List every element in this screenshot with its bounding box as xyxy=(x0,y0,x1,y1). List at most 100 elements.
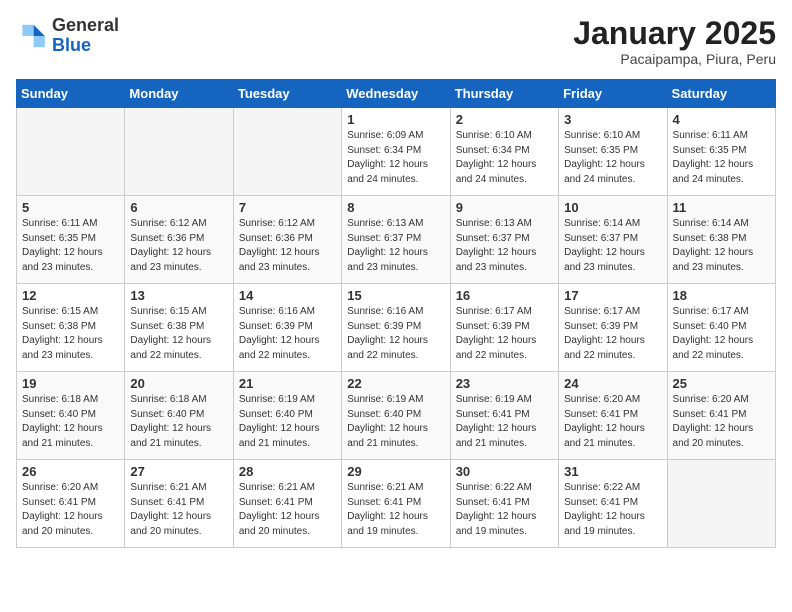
month-title: January 2025 xyxy=(573,16,776,51)
weekday-header-monday: Monday xyxy=(125,80,233,108)
day-number: 26 xyxy=(22,464,119,479)
weekday-header-tuesday: Tuesday xyxy=(233,80,341,108)
weekday-header-sunday: Sunday xyxy=(17,80,125,108)
day-number: 29 xyxy=(347,464,444,479)
calendar-cell: 19 Sunrise: 6:18 AM Sunset: 6:40 PM Dayli… xyxy=(17,372,125,460)
day-number: 5 xyxy=(22,200,119,215)
day-number: 18 xyxy=(673,288,770,303)
day-number: 23 xyxy=(456,376,553,391)
day-number: 14 xyxy=(239,288,336,303)
calendar-cell: 9 Sunrise: 6:13 AM Sunset: 6:37 PM Daylig… xyxy=(450,196,558,284)
title-block: January 2025 Pacaipampa, Piura, Peru xyxy=(573,16,776,67)
day-info: Sunrise: 6:21 AM Sunset: 6:41 PM Dayligh… xyxy=(130,481,227,539)
page-header: General Blue January 2025 Pacaipampa, Pi… xyxy=(16,16,776,67)
location-title: Pacaipampa, Piura, Peru xyxy=(573,51,776,67)
day-number: 28 xyxy=(239,464,336,479)
calendar-week-5: 26 Sunrise: 6:20 AM Sunset: 6:41 PM Dayli… xyxy=(17,460,776,548)
calendar-cell: 28Sunrise: 6:21 AM Sunset: 6:41 PM Dayli… xyxy=(233,460,341,548)
day-info: Sunrise: 6:10 AM Sunset: 6:35 PM Dayligh… xyxy=(564,129,661,187)
day-info: Sunrise: 6:17 AM Sunset: 6:39 PM Dayligh… xyxy=(564,305,661,363)
day-info: Sunrise: 6:20 AM Sunset: 6:41 PM Dayligh… xyxy=(673,393,770,451)
day-info: Sunrise: 6:17 AM Sunset: 6:39 PM Dayligh… xyxy=(456,305,553,363)
day-number: 19 xyxy=(22,376,119,391)
calendar-cell: 10Sunrise: 6:14 AM Sunset: 6:37 PM Dayli… xyxy=(559,196,667,284)
day-info: Sunrise: 6:18 AM Sunset: 6:40 PM Dayligh… xyxy=(22,393,119,451)
calendar-cell: 29 Sunrise: 6:21 AM Sunset: 6:41 PM Dayli… xyxy=(342,460,450,548)
day-info: Sunrise: 6:22 AM Sunset: 6:41 PM Dayligh… xyxy=(564,481,661,539)
day-info: Sunrise: 6:12 AM Sunset: 6:36 PM Dayligh… xyxy=(130,217,227,275)
calendar-cell xyxy=(17,108,125,196)
day-info: Sunrise: 6:10 AM Sunset: 6:34 PM Dayligh… xyxy=(456,129,553,187)
day-info: Sunrise: 6:19 AM Sunset: 6:40 PM Dayligh… xyxy=(347,393,444,451)
day-number: 25 xyxy=(673,376,770,391)
day-number: 22 xyxy=(347,376,444,391)
calendar-cell: 4Sunrise: 6:11 AM Sunset: 6:35 PM Daylig… xyxy=(667,108,775,196)
day-number: 20 xyxy=(130,376,227,391)
calendar-cell: 20 Sunrise: 6:18 AM Sunset: 6:40 PM Dayli… xyxy=(125,372,233,460)
day-number: 10 xyxy=(564,200,661,215)
day-info: Sunrise: 6:16 AM Sunset: 6:39 PM Dayligh… xyxy=(239,305,336,363)
day-number: 13 xyxy=(130,288,227,303)
logo: General Blue xyxy=(16,16,119,56)
day-info: Sunrise: 6:09 AM Sunset: 6:34 PM Dayligh… xyxy=(347,129,444,187)
day-info: Sunrise: 6:20 AM Sunset: 6:41 PM Dayligh… xyxy=(22,481,119,539)
calendar-cell: 24 Sunrise: 6:20 AM Sunset: 6:41 PM Dayli… xyxy=(559,372,667,460)
day-number: 6 xyxy=(130,200,227,215)
calendar-table: SundayMondayTuesdayWednesdayThursdayFrid… xyxy=(16,79,776,548)
calendar-cell: 31 Sunrise: 6:22 AM Sunset: 6:41 PM Dayli… xyxy=(559,460,667,548)
day-number: 3 xyxy=(564,112,661,127)
day-info: Sunrise: 6:16 AM Sunset: 6:39 PM Dayligh… xyxy=(347,305,444,363)
calendar-cell: 6 Sunrise: 6:12 AM Sunset: 6:36 PM Daylig… xyxy=(125,196,233,284)
calendar-week-3: 12 Sunrise: 6:15 AM Sunset: 6:38 PM Dayli… xyxy=(17,284,776,372)
day-number: 30 xyxy=(456,464,553,479)
calendar-cell: 25 Sunrise: 6:20 AM Sunset: 6:41 PM Dayli… xyxy=(667,372,775,460)
day-info: Sunrise: 6:13 AM Sunset: 6:37 PM Dayligh… xyxy=(456,217,553,275)
logo-general-text: General xyxy=(52,15,119,35)
logo-blue-text: Blue xyxy=(52,35,91,55)
calendar-cell: 27 Sunrise: 6:21 AM Sunset: 6:41 PM Dayli… xyxy=(125,460,233,548)
calendar-cell: 26 Sunrise: 6:20 AM Sunset: 6:41 PM Dayli… xyxy=(17,460,125,548)
day-number: 11 xyxy=(673,200,770,215)
day-number: 31 xyxy=(564,464,661,479)
day-number: 1 xyxy=(347,112,444,127)
day-info: Sunrise: 6:14 AM Sunset: 6:38 PM Dayligh… xyxy=(673,217,770,275)
weekday-header-friday: Friday xyxy=(559,80,667,108)
day-number: 16 xyxy=(456,288,553,303)
day-number: 17 xyxy=(564,288,661,303)
calendar-cell: 17 Sunrise: 6:17 AM Sunset: 6:39 PM Dayli… xyxy=(559,284,667,372)
day-info: Sunrise: 6:19 AM Sunset: 6:41 PM Dayligh… xyxy=(456,393,553,451)
day-info: Sunrise: 6:15 AM Sunset: 6:38 PM Dayligh… xyxy=(130,305,227,363)
calendar-cell: 22 Sunrise: 6:19 AM Sunset: 6:40 PM Dayli… xyxy=(342,372,450,460)
calendar-week-4: 19 Sunrise: 6:18 AM Sunset: 6:40 PM Dayli… xyxy=(17,372,776,460)
weekday-header-saturday: Saturday xyxy=(667,80,775,108)
calendar-cell: 18 Sunrise: 6:17 AM Sunset: 6:40 PM Dayli… xyxy=(667,284,775,372)
calendar-cell: 16 Sunrise: 6:17 AM Sunset: 6:39 PM Dayli… xyxy=(450,284,558,372)
calendar-cell xyxy=(667,460,775,548)
calendar-cell: 7Sunrise: 6:12 AM Sunset: 6:36 PM Daylig… xyxy=(233,196,341,284)
day-number: 21 xyxy=(239,376,336,391)
day-info: Sunrise: 6:17 AM Sunset: 6:40 PM Dayligh… xyxy=(673,305,770,363)
calendar-cell: 5Sunrise: 6:11 AM Sunset: 6:35 PM Daylig… xyxy=(17,196,125,284)
calendar-cell: 13 Sunrise: 6:15 AM Sunset: 6:38 PM Dayli… xyxy=(125,284,233,372)
calendar-cell: 12 Sunrise: 6:15 AM Sunset: 6:38 PM Dayli… xyxy=(17,284,125,372)
weekday-header-row: SundayMondayTuesdayWednesdayThursdayFrid… xyxy=(17,80,776,108)
day-number: 4 xyxy=(673,112,770,127)
calendar-cell: 21 Sunrise: 6:19 AM Sunset: 6:40 PM Dayli… xyxy=(233,372,341,460)
day-number: 24 xyxy=(564,376,661,391)
logo-icon xyxy=(16,20,48,52)
calendar-cell xyxy=(233,108,341,196)
calendar-cell xyxy=(125,108,233,196)
day-number: 9 xyxy=(456,200,553,215)
day-info: Sunrise: 6:19 AM Sunset: 6:40 PM Dayligh… xyxy=(239,393,336,451)
day-info: Sunrise: 6:20 AM Sunset: 6:41 PM Dayligh… xyxy=(564,393,661,451)
calendar-week-1: 1 Sunrise: 6:09 AM Sunset: 6:34 PM Daylig… xyxy=(17,108,776,196)
day-info: Sunrise: 6:18 AM Sunset: 6:40 PM Dayligh… xyxy=(130,393,227,451)
calendar-cell: 8Sunrise: 6:13 AM Sunset: 6:37 PM Daylig… xyxy=(342,196,450,284)
calendar-cell: 14 Sunrise: 6:16 AM Sunset: 6:39 PM Dayli… xyxy=(233,284,341,372)
day-number: 27 xyxy=(130,464,227,479)
day-info: Sunrise: 6:15 AM Sunset: 6:38 PM Dayligh… xyxy=(22,305,119,363)
weekday-header-wednesday: Wednesday xyxy=(342,80,450,108)
day-number: 12 xyxy=(22,288,119,303)
day-info: Sunrise: 6:21 AM Sunset: 6:41 PM Dayligh… xyxy=(347,481,444,539)
calendar-cell: 1 Sunrise: 6:09 AM Sunset: 6:34 PM Daylig… xyxy=(342,108,450,196)
